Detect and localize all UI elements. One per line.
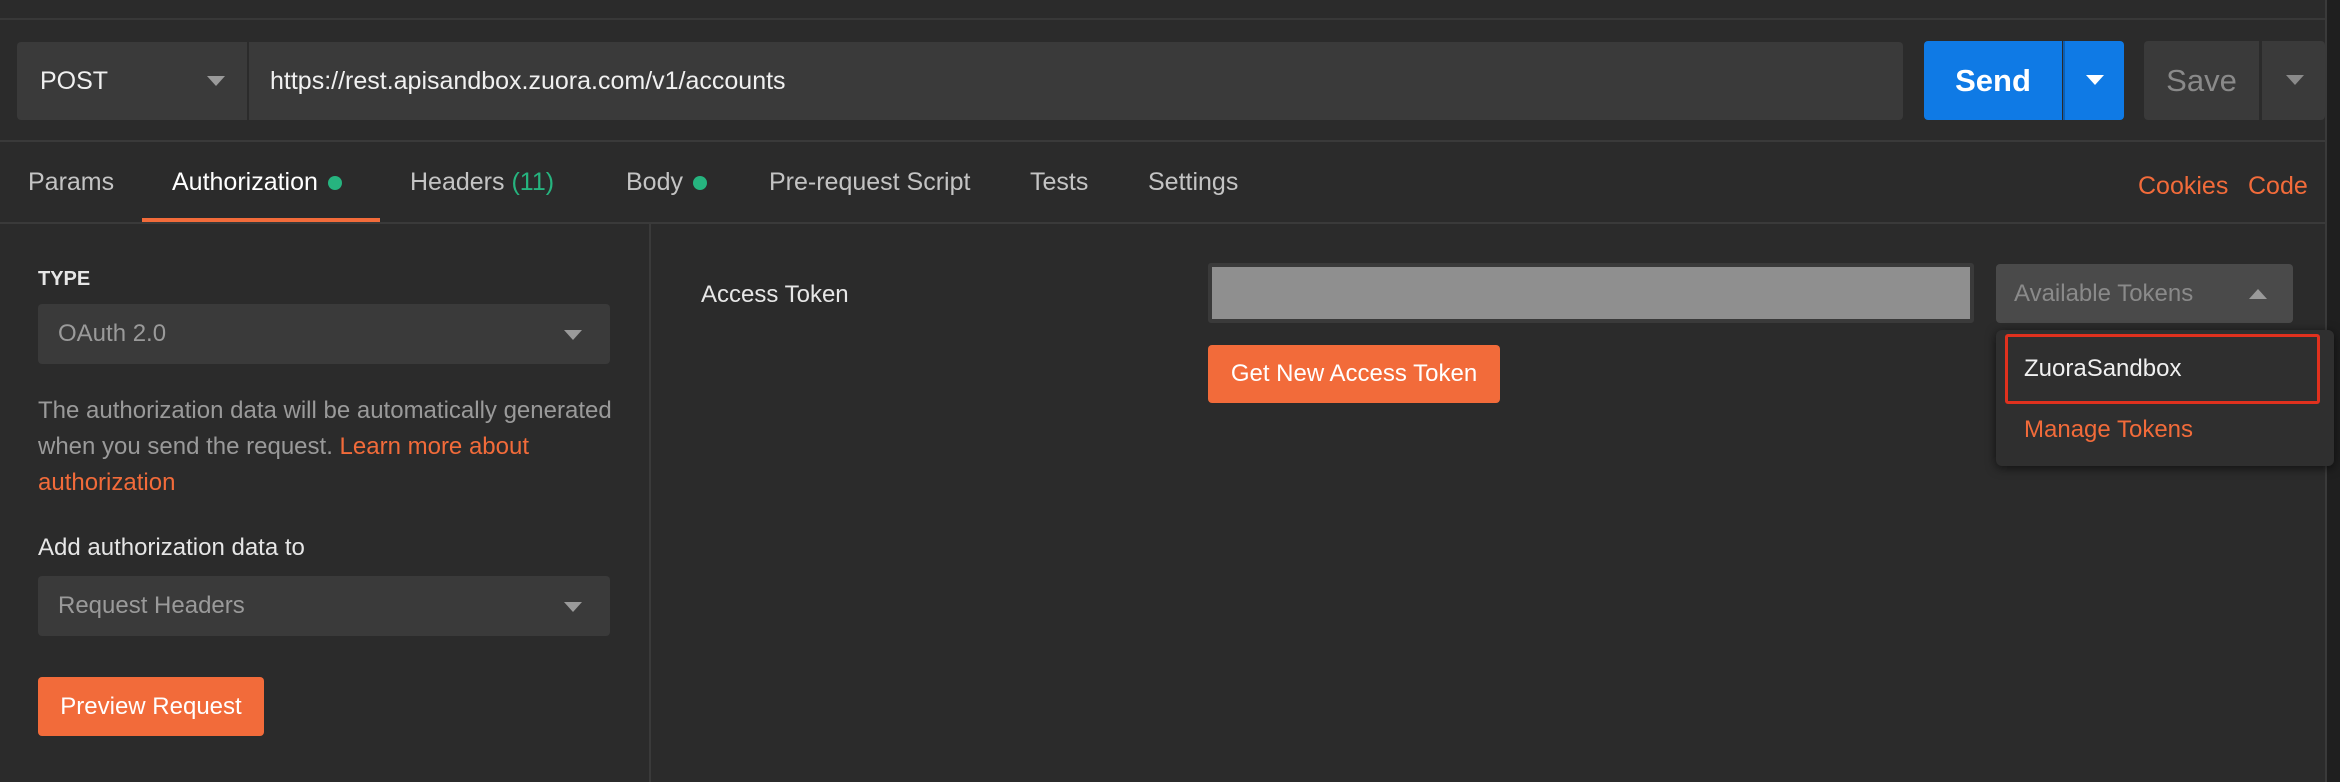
add-auth-to-select[interactable]: Request Headers [38,576,610,636]
top-strip [0,0,2325,20]
access-token-input[interactable] [1208,263,1974,323]
chevron-down-icon [2086,75,2104,85]
save-options-button[interactable] [2260,41,2325,120]
panel-divider [649,224,651,782]
tab-authorization[interactable]: Authorization [172,168,342,197]
tab-body[interactable]: Body [626,168,707,197]
tab-label: Params [28,168,115,196]
url-text: https://rest.apisandbox.zuora.com/v1/acc… [270,66,786,95]
send-button[interactable]: Send [1924,41,2062,120]
tab-label: Authorization [172,168,318,196]
tab-label: Body [626,168,683,196]
status-dot-icon [327,176,342,191]
get-new-access-token-button[interactable]: Get New Access Token [1208,345,1500,403]
status-dot-icon [692,176,707,191]
tab-params[interactable]: Params [28,168,114,197]
preview-request-button[interactable]: Preview Request [38,677,264,736]
cookies-link[interactable]: Cookies [2138,172,2228,201]
token-option-zuorasandbox[interactable]: ZuoraSandbox [2005,334,2320,404]
send-options-button[interactable] [2063,41,2124,120]
tab-label: Tests [1030,168,1089,196]
divider [0,222,2325,224]
add-auth-to-label: Add authorization data to [38,534,305,561]
type-label: TYPE [38,268,91,290]
tab-label: Pre-request Script [769,168,971,196]
chevron-down-icon [564,602,582,612]
chevron-down-icon [207,76,225,86]
chevron-down-icon [564,330,582,340]
method-select[interactable]: POST [17,42,247,120]
tab-label: Settings [1148,168,1239,196]
tab-headers[interactable]: Headers (11) [410,168,554,197]
add-auth-to-value: Request Headers [58,592,245,619]
available-tokens-select[interactable]: Available Tokens [1996,264,2293,323]
auth-type-select[interactable]: OAuth 2.0 [38,304,610,364]
save-button[interactable]: Save [2144,41,2259,120]
access-token-label: Access Token [701,281,849,308]
headers-count-badge: (11) [511,168,555,196]
method-label: POST [40,66,109,95]
tab-label: Headers [410,168,505,196]
auth-description: The authorization data will be automatic… [38,393,628,501]
tab-tests[interactable]: Tests [1030,168,1088,197]
manage-tokens-link[interactable]: Manage Tokens [2024,416,2193,444]
chevron-down-icon [2286,75,2304,85]
code-link[interactable]: Code [2248,172,2308,201]
available-tokens-dropdown: ZuoraSandbox Manage Tokens [1996,330,2334,466]
auth-type-value: OAuth 2.0 [58,320,167,347]
tab-pre-request-script[interactable]: Pre-request Script [769,168,970,197]
divider [0,140,2325,142]
tab-settings[interactable]: Settings [1148,168,1238,197]
url-input[interactable]: https://rest.apisandbox.zuora.com/v1/acc… [249,42,1903,120]
chevron-up-icon [2249,289,2267,299]
available-tokens-label: Available Tokens [2014,279,2194,307]
